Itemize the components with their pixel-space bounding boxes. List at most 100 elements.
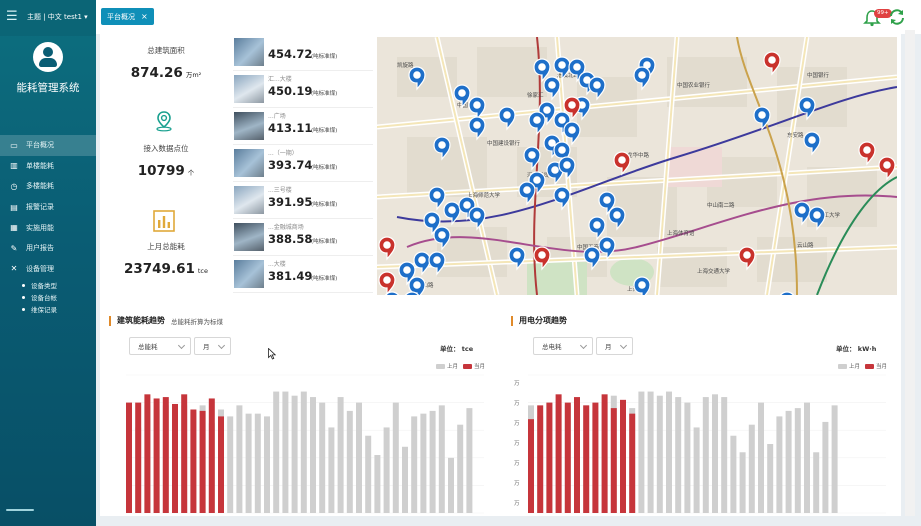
user-avatar-icon — [33, 42, 63, 72]
bar-last-month — [813, 452, 820, 513]
bar-current-month — [555, 394, 562, 513]
map-label: 中国农业银行 — [677, 81, 711, 89]
energy-type-select[interactable]: 总能耗 — [129, 337, 191, 355]
bar-current-month — [537, 405, 544, 513]
sidebar-subitem-2[interactable]: 维保记录 — [0, 303, 96, 315]
menu-toggle-icon[interactable]: ☰ — [6, 9, 18, 24]
sidebar: ☰ 主题 | 中文 test1 ▾ 能耗管理系统 ▭ 平台概况 ▥ 单楼能耗 ◷ 多楼能耗… — [0, 0, 96, 526]
data-points-value: 10799 个 — [137, 163, 195, 179]
ranking-row[interactable]: ...金融城商场 388.58 (吨标准煤) — [233, 220, 373, 256]
bar-current-month — [218, 416, 224, 513]
sidebar-item-0[interactable]: ▭ 平台概况 — [0, 135, 96, 156]
close-icon[interactable]: × — [141, 12, 148, 21]
bar-current-month — [546, 402, 553, 513]
bar-current-month — [601, 394, 608, 513]
map-label: 凯旋路 — [397, 61, 414, 69]
electricity-type-select[interactable]: 总电耗 — [533, 337, 593, 355]
building-thumbnail — [234, 223, 264, 251]
building-ranking-list: 454.72 (吨标准煤) 汇...大楼 450.19 (吨标准煤) ...广场 413.1… — [233, 35, 373, 297]
sidebar-scrollbar[interactable] — [0, 506, 96, 516]
bar-last-month — [383, 427, 390, 513]
bar-last-month — [666, 391, 672, 513]
y-tick-label: 万 — [514, 420, 520, 427]
electricity-trend-panel: 用电分项趋势 总电耗 月 单位： kW·h 上月 当月 万万万万万万万 — [506, 315, 898, 516]
sidebar-subitem-1[interactable]: 设备台帐 — [0, 291, 96, 303]
map-label: 中国银行 — [807, 71, 830, 79]
period-select[interactable]: 月 — [596, 337, 633, 355]
page-scrollbar[interactable] — [905, 30, 915, 516]
bar-current-month — [153, 398, 160, 513]
building-icon: ▥ — [10, 161, 18, 171]
bar-last-month — [356, 402, 362, 513]
bar-last-month — [822, 421, 829, 513]
bar-current-month — [208, 398, 215, 513]
sidebar-item-1[interactable]: ▥ 单楼能耗 — [0, 156, 96, 177]
main-panel: 总建筑面积 874.26 万m² 接入数据点位 10799 个 上月总能耗 2374… — [100, 30, 901, 516]
bar-last-month — [730, 435, 737, 513]
y-tick-label: 万 — [514, 480, 520, 487]
building-energy-unit: (吨标准煤) — [311, 165, 338, 171]
bar-last-month — [712, 394, 718, 513]
ranking-row[interactable]: ...（一期） 393.74 (吨标准煤) — [233, 146, 373, 182]
building-energy-unit: (吨标准煤) — [311, 54, 338, 60]
sidebar-item-5[interactable]: ✎ 用户报告 — [0, 238, 96, 259]
map-label: 中国建设银行 — [487, 139, 521, 147]
bar-current-month — [629, 413, 636, 513]
building-energy-unit: (吨标准煤) — [311, 91, 338, 97]
building-thumbnail — [234, 75, 264, 103]
period-select[interactable]: 月 — [194, 337, 231, 355]
energy-trend-chart — [126, 374, 484, 514]
tab-strip: 平台概况 × 99+ — [96, 0, 921, 34]
sidebar-item-label: 报警记录 — [26, 203, 54, 212]
bar-current-month — [172, 403, 178, 513]
bar-current-month — [199, 410, 206, 513]
bar-last-month — [739, 452, 746, 513]
document-icon: ▤ — [10, 202, 18, 212]
ranking-row[interactable]: ...三号楼 391.95 (吨标准煤) — [233, 183, 373, 219]
sidebar-item-6[interactable]: ✕ 设备管理 — [0, 259, 96, 280]
y-tick-label: 万 — [514, 400, 520, 407]
edit-icon: ✎ — [10, 243, 18, 253]
building-thumbnail — [234, 149, 264, 177]
ranking-row[interactable]: 454.72 (吨标准煤) — [233, 35, 373, 71]
bar-last-month — [291, 395, 298, 513]
building-energy-value: 454.72 — [268, 47, 313, 61]
map-label: 东安路 — [787, 131, 804, 139]
bar-last-month — [402, 446, 408, 513]
building-thumbnail — [234, 186, 264, 214]
ranking-row[interactable]: ...广场 413.11 (吨标准煤) — [233, 109, 373, 145]
y-tick-label: 万 — [514, 460, 520, 467]
bar-last-month — [392, 402, 399, 513]
bar-current-month — [528, 419, 534, 513]
electricity-trend-chart: 万万万万万万万 — [514, 374, 886, 514]
sidebar-subitem-0[interactable]: 设备类型 — [0, 279, 96, 291]
chart-legend: 上月 当月 — [838, 362, 887, 370]
building-map[interactable]: 中国建设银行中国工商银行中国银行中国农业银行东安路汇金百货上海体育馆上海南站华东… — [377, 37, 897, 295]
bar-last-month — [448, 457, 454, 513]
bar-last-month — [328, 427, 335, 513]
building-energy-value: 450.19 — [268, 84, 313, 98]
sidebar-item-3[interactable]: ▤ 报警记录 — [0, 197, 96, 218]
sidebar-item-4[interactable]: ▦ 实施用能 — [0, 217, 96, 238]
map-block — [757, 237, 827, 282]
bar-chart-icon — [153, 210, 175, 232]
sidebar-item-2[interactable]: ◷ 多楼能耗 — [0, 176, 96, 197]
bar-current-month — [144, 394, 151, 513]
location-pin-icon — [156, 111, 172, 132]
ranking-row[interactable]: ...大楼 381.49 (吨标准煤) — [233, 257, 373, 293]
bar-current-month — [583, 405, 590, 513]
bar-last-month — [411, 416, 418, 513]
tab-platform-overview[interactable]: 平台概况 × — [101, 8, 154, 25]
mouse-cursor-icon — [268, 348, 276, 360]
refresh-icon[interactable] — [888, 8, 906, 26]
unit-label: 单位： kW·h — [836, 345, 877, 353]
chart-legend: 上月 当月 — [436, 362, 485, 370]
building-energy-unit: (吨标准煤) — [311, 276, 338, 282]
sidebar-nav: ▭ 平台概况 ▥ 单楼能耗 ◷ 多楼能耗 ▤ 报警记录 ▦ 实施用能 ✎ 用户报告 ✕ 设备管理 设备类型设… — [0, 135, 96, 315]
bar-last-month — [457, 424, 464, 513]
bar-last-month — [684, 402, 691, 513]
bar-current-month — [620, 399, 626, 513]
language-user-switch[interactable]: 主题 | 中文 test1 ▾ — [27, 12, 88, 22]
y-tick-label: 万 — [514, 440, 520, 447]
ranking-row[interactable]: 汇...大楼 450.19 (吨标准煤) — [233, 72, 373, 108]
